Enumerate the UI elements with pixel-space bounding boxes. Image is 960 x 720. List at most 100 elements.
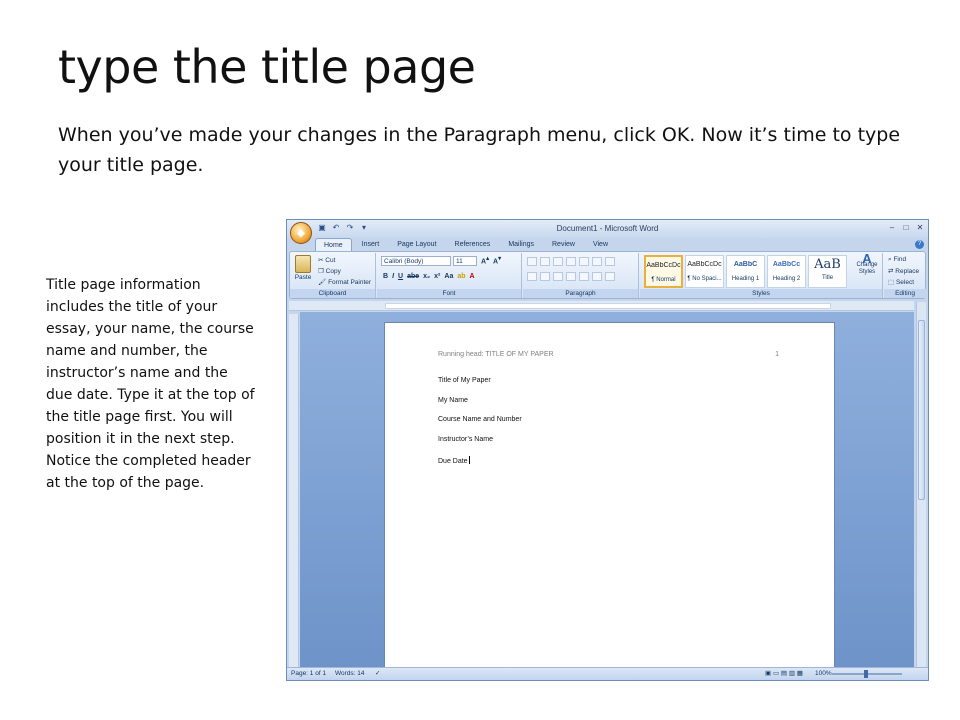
style-no-spacing[interactable]: AaBbCcDc ¶ No Spaci...	[685, 255, 724, 288]
zoom-knob[interactable]	[864, 670, 868, 678]
tab-mailings[interactable]: Mailings	[500, 238, 542, 252]
style-name: Heading 2	[772, 276, 801, 282]
maximize-icon[interactable]: □	[900, 222, 912, 233]
word-count[interactable]: Words: 14	[335, 668, 365, 680]
office-button[interactable]: ◈	[290, 222, 312, 244]
cut-label: Cut	[325, 257, 336, 264]
line-spacing-icon[interactable]	[579, 272, 589, 281]
cut-button[interactable]: ✂ Cut	[318, 256, 335, 264]
shading-icon[interactable]	[592, 272, 602, 281]
editing-label: Editing	[884, 289, 926, 298]
multilevel-icon[interactable]	[553, 257, 563, 266]
style-title[interactable]: AaB Title	[808, 255, 847, 288]
ribbon-tabs: Home Insert Page Layout References Maili…	[315, 238, 616, 252]
vertical-scrollbar[interactable]	[916, 302, 926, 668]
italic-icon[interactable]: I	[392, 273, 394, 280]
center-icon[interactable]	[540, 272, 550, 281]
doc-line-name: My Name	[438, 397, 468, 404]
style-heading-2[interactable]: AaBbCc Heading 2	[767, 255, 806, 288]
bullets-icon[interactable]	[527, 257, 537, 266]
slide-subtitle: When you’ve made your changes in the Par…	[58, 124, 901, 176]
grow-font-icon[interactable]: A▴	[481, 256, 489, 265]
slide-title: type the title page	[58, 40, 476, 94]
document-page[interactable]: Running head: TITLE OF MY PAPER 1 Title …	[384, 322, 835, 668]
text-cursor	[468, 456, 470, 464]
select-label: Select	[895, 279, 915, 286]
scrollbar-thumb[interactable]	[918, 320, 925, 500]
show-marks-icon[interactable]	[605, 257, 615, 266]
change-styles-label: Change Styles	[856, 262, 878, 275]
sort-icon[interactable]	[592, 257, 602, 266]
format-painter-label: Format Painter	[328, 279, 372, 286]
tab-insert[interactable]: Insert	[354, 238, 388, 252]
font-name-field[interactable]: Calibri (Body)	[381, 256, 451, 266]
shrink-font-icon[interactable]: A▾	[493, 256, 501, 265]
find-label: Find	[893, 256, 907, 263]
ribbon: Paste ✂ Cut ❐ Copy 🖌 Format Painter Clip…	[289, 251, 926, 299]
style-sample: AaBbCcDc	[687, 261, 722, 268]
view-buttons[interactable]: ▣ ▭ ▤ ▥ ▦	[765, 668, 803, 680]
word-window: ▣ ↶ ↷ ▾ Document1 - Microsoft Word – □ ✕…	[286, 219, 929, 681]
help-icon[interactable]: ?	[915, 240, 924, 249]
clipboard-group: Paste ✂ Cut ❐ Copy 🖌 Format Painter Clip…	[290, 253, 376, 298]
proofing-icon[interactable]: ✓	[375, 668, 380, 680]
format-painter-button[interactable]: 🖌 Format Painter	[318, 278, 371, 286]
style-heading-1[interactable]: AaBbC Heading 1	[726, 255, 765, 288]
tab-page-layout[interactable]: Page Layout	[389, 238, 444, 252]
styles-group: AaBbCcDc ¶ Normal AaBbCcDc ¶ No Spaci...…	[640, 252, 883, 298]
doc-line-title: Title of My Paper	[438, 377, 491, 384]
tab-view[interactable]: View	[585, 238, 616, 252]
zoom-slider[interactable]	[832, 670, 902, 678]
copy-button[interactable]: ❐ Copy	[318, 267, 341, 275]
justify-icon[interactable]	[566, 272, 576, 281]
replace-button[interactable]: ⇄ Replace	[888, 267, 919, 275]
paste-label: Paste	[294, 274, 312, 281]
format-buttons: B I U abe x₂ x² Aa ab A	[383, 273, 475, 280]
style-sample: AaBbCc	[772, 261, 801, 268]
paragraph-row-1	[527, 257, 615, 266]
doc-line-instructor: Instructor’s Name	[438, 436, 493, 443]
underline-icon[interactable]: U	[398, 273, 403, 280]
zoom-level[interactable]: 100%	[815, 668, 832, 680]
doc-line-course: Course Name and Number	[438, 416, 522, 423]
title-bar: ▣ ↶ ↷ ▾ Document1 - Microsoft Word – □ ✕	[287, 220, 928, 238]
borders-icon[interactable]	[605, 272, 615, 281]
close-icon[interactable]: ✕	[914, 222, 926, 233]
font-color-icon[interactable]: A	[470, 273, 475, 280]
paragraph-label: Paragraph	[523, 289, 638, 298]
align-right-icon[interactable]	[553, 272, 563, 281]
subscript-icon[interactable]: x₂	[423, 273, 430, 280]
highlight-icon[interactable]: ab	[457, 273, 465, 280]
decrease-indent-icon[interactable]	[566, 257, 576, 266]
replace-label: Replace	[895, 268, 920, 275]
clipboard-label: Clipboard	[290, 289, 375, 298]
change-styles-button[interactable]: A Change Styles	[853, 252, 881, 276]
tab-references[interactable]: References	[447, 238, 499, 252]
find-button[interactable]: ⌕ Find	[888, 256, 906, 264]
style-sample: AaB	[814, 257, 841, 272]
paragraph-row-2	[527, 272, 615, 281]
bold-icon[interactable]: B	[383, 273, 388, 280]
change-case-icon[interactable]: Aa	[444, 273, 453, 280]
increase-indent-icon[interactable]	[579, 257, 589, 266]
tab-review[interactable]: Review	[544, 238, 583, 252]
strikethrough-icon[interactable]: abe	[407, 273, 419, 280]
font-label: Font	[377, 289, 521, 298]
style-normal[interactable]: AaBbCcDc ¶ Normal	[644, 255, 683, 288]
tab-home[interactable]: Home	[315, 238, 352, 252]
page-count[interactable]: Page: 1 of 1	[291, 668, 326, 680]
numbering-icon[interactable]	[540, 257, 550, 266]
align-left-icon[interactable]	[527, 272, 537, 281]
paste-button[interactable]: Paste	[294, 255, 312, 281]
paste-icon	[295, 255, 311, 273]
vertical-ruler[interactable]	[289, 314, 299, 667]
select-button[interactable]: ⬚ Select	[888, 278, 914, 286]
due-date-text: Due Date	[438, 458, 468, 465]
horizontal-ruler[interactable]	[289, 301, 914, 311]
font-size-field[interactable]: 11	[453, 256, 477, 266]
superscript-icon[interactable]: x²	[434, 273, 440, 280]
minimize-icon[interactable]: –	[886, 222, 898, 233]
styles-label: Styles	[640, 289, 882, 298]
paragraph-group: Paragraph	[523, 253, 639, 298]
doc-line-due-date: Due Date	[438, 456, 470, 465]
